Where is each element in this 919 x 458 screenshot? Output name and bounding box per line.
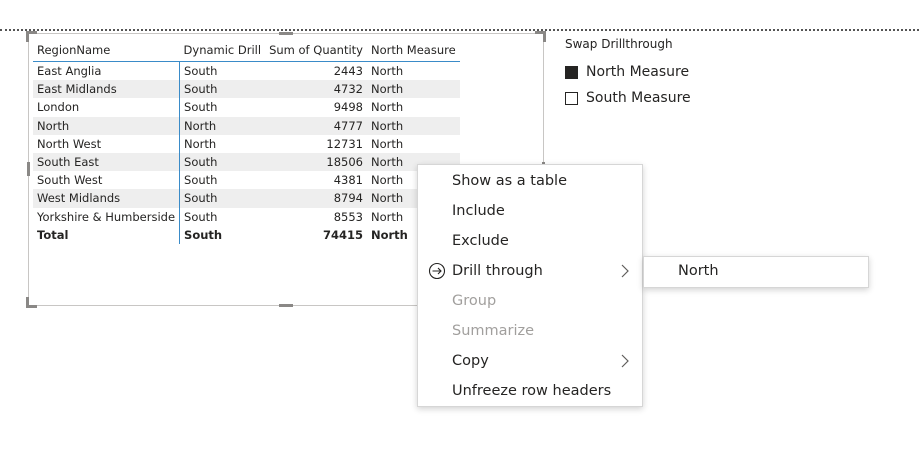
cell-quantity: 4381 — [333, 173, 363, 188]
column-header-dynamic-drill[interactable]: Dynamic Drill — [179, 38, 266, 62]
cell-region: South East — [33, 152, 181, 172]
drillthrough-icon — [428, 262, 446, 280]
cell-north-measure: North — [370, 100, 404, 115]
table-row[interactable]: Yorkshire & Humberside South 8553 North — [33, 207, 460, 226]
resize-corner-bottom-left[interactable] — [26, 297, 37, 308]
menu-item-label: Summarize — [452, 323, 535, 339]
table-header-row: RegionName Dynamic Drill Sum of Quantity… — [33, 38, 460, 62]
cell-dynamic-drill: North — [184, 136, 217, 151]
cell-region: South West — [33, 171, 181, 190]
menu-item-label: Show as a table — [452, 173, 568, 189]
focus-border-top — [0, 29, 919, 31]
table-row[interactable]: North West North 12731 North — [33, 134, 460, 153]
cell-total-dynamic-drill: South — [184, 227, 223, 242]
chevron-right-icon — [621, 264, 629, 278]
menu-item-label: Group — [452, 293, 497, 309]
table-total-row[interactable]: Total South 74415 North — [33, 225, 460, 244]
resize-handle-bottom[interactable] — [279, 304, 293, 307]
checkbox-checked[interactable] — [565, 65, 578, 79]
cell-quantity: 12731 — [326, 136, 363, 151]
slicer-option-south-measure[interactable]: South Measure — [565, 85, 691, 111]
table-row[interactable]: South West South 4381 North — [33, 171, 460, 190]
menu-item-group: Group — [418, 286, 642, 316]
cell-quantity: 8553 — [333, 209, 363, 224]
context-menu: Show as a table Include Exclude Drill th… — [417, 164, 643, 407]
cell-region: North West — [33, 134, 181, 153]
menu-item-copy[interactable]: Copy — [418, 346, 642, 376]
slicer-option-north-measure[interactable]: North Measure — [565, 59, 691, 85]
table-row[interactable]: West Midlands South 8794 North — [33, 189, 460, 208]
cell-region: East Anglia — [33, 61, 181, 81]
slicer-title: Swap Drillthrough — [565, 37, 673, 51]
cell-region: East Midlands — [33, 80, 181, 99]
cell-dynamic-drill: South — [184, 100, 218, 115]
menu-item-drill-through[interactable]: Drill through — [418, 256, 642, 286]
cell-north-measure: North — [370, 136, 404, 151]
cell-quantity: 18506 — [265, 152, 367, 172]
drill-through-submenu: North — [643, 256, 869, 288]
chevron-right-icon — [621, 354, 629, 368]
swap-drillthrough-slicer: Swap Drillthrough North Measure South Me… — [565, 37, 691, 111]
menu-item-label: Unfreeze row headers — [452, 383, 612, 399]
slicer-option-label: South Measure — [586, 90, 691, 106]
cell-quantity: 2443 — [333, 64, 363, 79]
checkbox-unchecked[interactable] — [565, 91, 578, 105]
menu-item-label: Exclude — [452, 233, 509, 249]
resize-handle-left[interactable] — [27, 162, 30, 176]
menu-item-exclude[interactable]: Exclude — [418, 226, 642, 256]
cell-dynamic-drill: South — [179, 152, 266, 172]
cell-dynamic-drill: South — [184, 64, 218, 79]
cell-quantity: 4777 — [265, 116, 367, 135]
table-row[interactable]: East Anglia South 2443 North — [33, 61, 460, 81]
cell-dynamic-drill: South — [184, 209, 218, 224]
slicer-option-label: North Measure — [586, 64, 690, 80]
column-header-north-measure[interactable]: North Measure — [366, 38, 460, 62]
cell-dynamic-drill: South — [179, 189, 266, 208]
cell-quantity: 8794 — [265, 189, 367, 208]
menu-item-label: Include — [452, 203, 505, 219]
cell-region: Yorkshire & Humberside — [33, 207, 181, 226]
cell-north-measure: North — [370, 64, 404, 79]
cell-total-quantity: 74415 — [322, 227, 363, 242]
menu-item-summarize: Summarize — [418, 316, 642, 346]
table-row[interactable]: North North 4777 North — [33, 116, 460, 135]
menu-item-label: Drill through — [452, 263, 543, 279]
table-row[interactable]: London South 9498 North — [33, 98, 460, 117]
cell-dynamic-drill: South — [184, 173, 218, 188]
submenu-item-north[interactable]: North — [678, 263, 719, 279]
cell-dynamic-drill: North — [179, 116, 266, 135]
cell-total-label: Total — [33, 225, 181, 244]
column-header-regionname[interactable]: RegionName — [33, 38, 180, 62]
cell-north-measure: North — [366, 80, 460, 99]
cell-region: West Midlands — [33, 189, 181, 208]
cell-dynamic-drill: South — [179, 80, 266, 99]
resize-corner-top-right[interactable] — [535, 31, 546, 42]
cell-region: North — [33, 116, 181, 135]
cell-quantity: 4732 — [265, 80, 367, 99]
column-header-sum-of-quantity[interactable]: Sum of Quantity — [265, 38, 367, 62]
menu-item-unfreeze-row-headers[interactable]: Unfreeze row headers — [418, 376, 642, 406]
data-table: RegionName Dynamic Drill Sum of Quantity… — [33, 38, 460, 244]
table-row[interactable]: South East South 18506 North — [33, 152, 460, 172]
cell-quantity: 9498 — [333, 100, 363, 115]
cell-north-measure: North — [366, 116, 460, 135]
menu-item-label: Copy — [452, 353, 489, 369]
menu-item-include[interactable]: Include — [418, 196, 642, 226]
cell-region: London — [33, 98, 181, 117]
table-row[interactable]: East Midlands South 4732 North — [33, 80, 460, 99]
menu-item-show-as-table[interactable]: Show as a table — [418, 166, 642, 196]
resize-handle-top[interactable] — [279, 32, 293, 35]
